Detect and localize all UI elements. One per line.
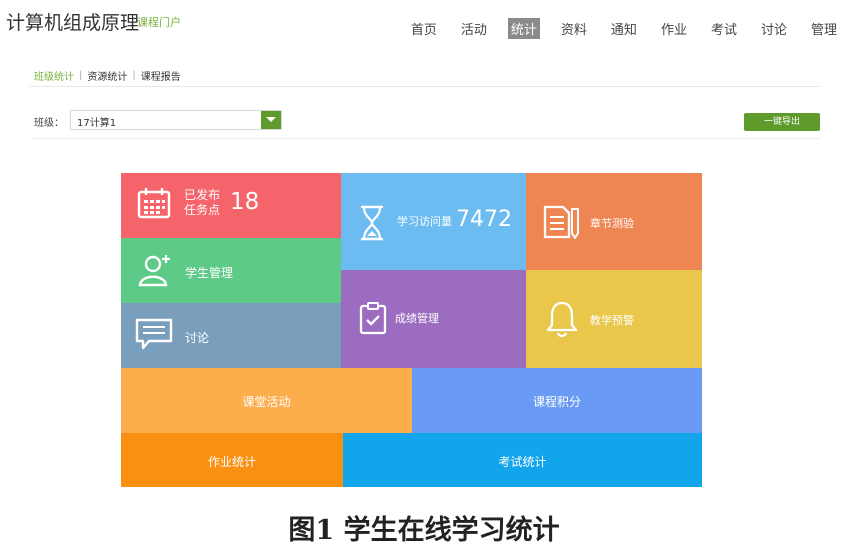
nav-exams[interactable]: 考试 [708,18,740,39]
learning-visits-label: 学习访问量 [397,215,452,228]
document-icon [543,205,579,239]
tile-course-points[interactable]: 课程积分 [412,368,702,433]
published-count: 18 [230,189,260,215]
teaching-warning-label: 教学预警 [590,314,634,327]
nav-discussion[interactable]: 讨论 [758,18,790,39]
tile-grades-management[interactable]: 成绩管理 [341,270,526,368]
tile-exam-stats[interactable]: 考试统计 [343,433,702,487]
nav-materials[interactable]: 资料 [558,18,590,39]
stats-subtabs: 班级统计 | 资源统计 | 课程报告 [34,68,181,83]
class-select-value: 17计算1 [77,118,117,129]
course-portal-label[interactable]: 课程门户 [137,14,181,30]
nav-home[interactable]: 首页 [408,18,440,39]
user-add-icon [138,255,170,287]
tile-teaching-warning[interactable]: 教学预警 [526,270,702,368]
divider [30,86,820,87]
class-select-dropdown-button[interactable] [261,111,281,129]
hourglass-icon [361,205,383,241]
export-all-button[interactable]: 一键导出 [744,113,820,131]
tile-homework-stats[interactable]: 作业统计 [121,433,343,487]
homework-stats-label: 作业统计 [207,455,256,469]
nav-statistics[interactable]: 统计 [507,18,540,39]
chevron-down-icon [266,117,276,122]
published-label-2: 任务点 [184,203,221,217]
main-nav: 首页 活动 统计 资料 通知 作业 考试 讨论 管理 [390,18,840,39]
learning-visits-count: 7472 [456,207,512,232]
calendar-icon [137,188,171,219]
divider [30,138,820,139]
tile-student-management[interactable]: 学生管理 [121,238,341,303]
class-select[interactable]: 17计算1 [70,110,282,130]
student-management-label: 学生管理 [185,266,234,280]
nav-homework[interactable]: 作业 [658,18,690,39]
class-activity-label: 课堂活动 [242,395,291,409]
chat-icon [135,318,173,350]
discussion-label: 讨论 [185,331,210,345]
tile-class-activity[interactable]: 课堂活动 [121,368,412,433]
tab-resource-stats[interactable]: 资源统计 [87,68,127,83]
tab-divider: | [79,70,83,81]
clipboard-check-icon [359,302,387,335]
figure-caption: 图1 学生在线学习统计 [288,515,560,546]
tile-learning-visits[interactable]: 学习访问量 7472 [341,173,526,270]
class-filter-label: 班级： [34,118,64,129]
nav-activity[interactable]: 活动 [458,18,490,39]
tile-chapter-quiz[interactable]: 章节测验 [526,173,702,270]
top-bar: 计算机组成原理 课程门户 首页 活动 统计 资料 通知 作业 考试 讨论 管理 [0,0,848,44]
nav-notices[interactable]: 通知 [608,18,640,39]
tile-discussion[interactable]: 讨论 [121,303,341,368]
published-label-1: 已发布 [184,188,221,202]
tab-divider: | [132,70,136,81]
nav-manage[interactable]: 管理 [808,18,840,39]
tab-class-stats[interactable]: 班级统计 [34,68,74,83]
chapter-quiz-label: 章节测验 [590,217,634,230]
course-title: 计算机组成原理 [6,12,140,34]
tab-course-report[interactable]: 课程报告 [141,68,181,83]
grades-management-label: 成绩管理 [395,312,439,325]
tile-published-tasks[interactable]: 已发布 任务点 18 [121,173,341,238]
course-points-label: 课程积分 [532,395,581,409]
exam-stats-label: 考试统计 [498,455,547,469]
bell-icon [546,301,578,338]
